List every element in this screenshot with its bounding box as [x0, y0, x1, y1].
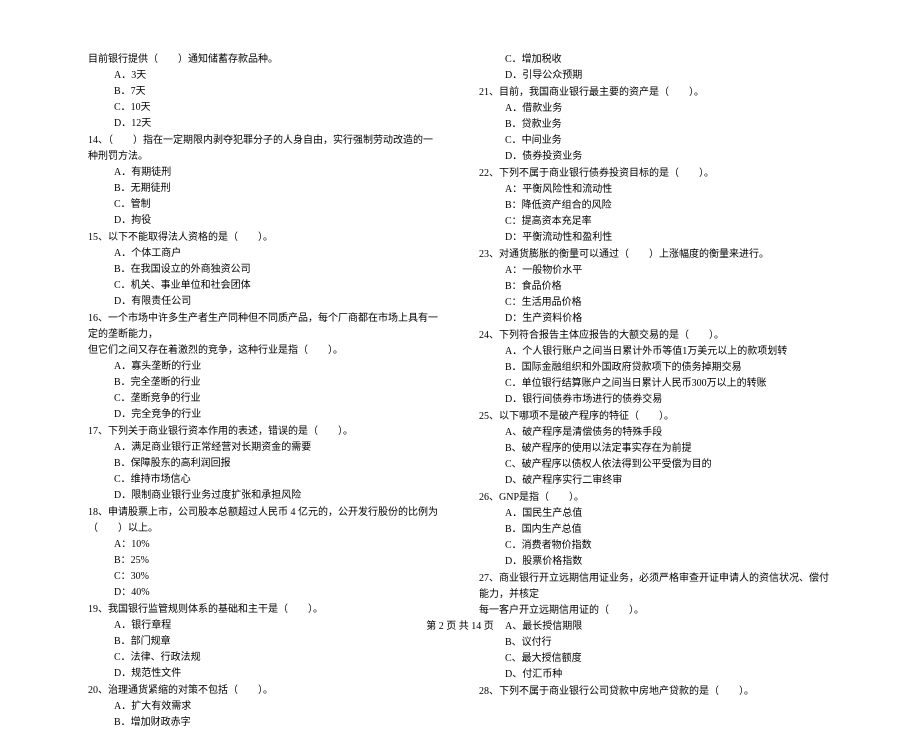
option: C：30%	[114, 569, 441, 585]
option: C．维持市场信心	[114, 472, 441, 488]
option: D．有限责任公司	[114, 294, 441, 310]
option: A、破产程序是清偿债务的特殊手段	[505, 425, 832, 441]
question-text: 18、申请股票上市，公司股本总额超过人民币 4 亿元的，公开发行股份的比例为（ …	[88, 505, 441, 537]
option: A．扩大有效需求	[114, 699, 441, 715]
question-text: 26、GNP是指（ ）。	[479, 490, 832, 506]
question-28: 28、下列不属于商业银行公司贷款中房地产贷款的是（ ）。	[479, 684, 832, 700]
question-22: 22、下列不属于商业银行债券投资目标的是（ ）。 A：平衡风险性和流动性 B：降…	[479, 166, 832, 246]
option: C、破产程序以债权人依法得到公平受偿为目的	[505, 457, 832, 473]
option: B：食品价格	[505, 279, 832, 295]
option: C．垄断竞争的行业	[114, 391, 441, 407]
option: B．无期徒刑	[114, 181, 441, 197]
question-26: 26、GNP是指（ ）。 A．国民生产总值 B．国内生产总值 C．消费者物价指数…	[479, 490, 832, 570]
option: C．10天	[114, 100, 441, 116]
option: B．增加财政赤字	[114, 715, 441, 731]
option: B、破产程序的使用以法定事实存在为前提	[505, 441, 832, 457]
pre-options: C．增加税收 D．引导公众预期	[479, 52, 832, 84]
option: B．贷款业务	[505, 117, 832, 133]
option: C．消费者物价指数	[505, 538, 832, 554]
question-20: 20、治理通货紧缩的对策不包括（ ）。 A．扩大有效需求 B．增加财政赤字	[88, 683, 441, 731]
option: C．法律、行政法规	[114, 650, 441, 666]
option: C．增加税收	[505, 52, 832, 68]
option: D：40%	[114, 585, 441, 601]
option: B．保障股东的高利润回报	[114, 456, 441, 472]
option: C、最大授信额度	[505, 651, 832, 667]
option: C．中间业务	[505, 133, 832, 149]
question-text: 28、下列不属于商业银行公司贷款中房地产贷款的是（ ）。	[479, 684, 832, 700]
question-14: 14、（ ）指在一定期限内剥夺犯罪分子的人身自由，实行强制劳动改造的一种刑罚方法…	[88, 133, 441, 229]
option: A．满足商业银行正常经营对长期资金的需要	[114, 440, 441, 456]
option: C．管制	[114, 197, 441, 213]
question-18: 18、申请股票上市，公司股本总额超过人民币 4 亿元的，公开发行股份的比例为（ …	[88, 505, 441, 601]
option: B．完全垄断的行业	[114, 375, 441, 391]
option: A．借款业务	[505, 101, 832, 117]
option: B．国际金融组织和外国政府贷款项下的债务掉期交易	[505, 360, 832, 376]
question-17: 17、下列关于商业银行资本作用的表述，错误的是（ ）。 A．满足商业银行正常经营…	[88, 424, 441, 504]
option: C．机关、事业单位和社会团体	[114, 278, 441, 294]
question-text: 15、以下不能取得法人资格的是（ ）。	[88, 230, 441, 246]
question-text: 20、治理通货紧缩的对策不包括（ ）。	[88, 683, 441, 699]
option: D、付汇币种	[505, 667, 832, 683]
option: D．拘役	[114, 213, 441, 229]
option: C：生活用品价格	[505, 295, 832, 311]
option: B．7天	[114, 84, 441, 100]
option: D、破产程序实行二审终审	[505, 473, 832, 489]
option: D．规范性文件	[114, 666, 441, 682]
question-text: 17、下列关于商业银行资本作用的表述，错误的是（ ）。	[88, 424, 441, 440]
option: D：生产资料价格	[505, 311, 832, 327]
option: D．12天	[114, 116, 441, 132]
option: B．在我国设立的外商独资公司	[114, 262, 441, 278]
question-text: 目前银行提供（ ）通知储蓄存款品种。	[88, 52, 441, 68]
question-19: 19、我国银行监管规则体系的基础和主干是（ ）。 A．银行章程 B．部门规章 C…	[88, 602, 441, 682]
option: A．有期徒刑	[114, 165, 441, 181]
question-15: 15、以下不能取得法人资格的是（ ）。 A．个体工商户 B．在我国设立的外商独资…	[88, 230, 441, 310]
option: B．国内生产总值	[505, 522, 832, 538]
question-text: 25、以下哪项不是破产程序的特征（ ）。	[479, 409, 832, 425]
option: D．完全竞争的行业	[114, 407, 441, 423]
option: D：平衡流动性和盈利性	[505, 230, 832, 246]
question-23: 23、对通货膨胀的衡量可以通过（ ）上涨幅度的衡量来进行。 A：一般物价水平 B…	[479, 247, 832, 327]
option: A．个体工商户	[114, 246, 441, 262]
option: D．债券投资业务	[505, 149, 832, 165]
question-25: 25、以下哪项不是破产程序的特征（ ）。 A、破产程序是清偿债务的特殊手段 B、…	[479, 409, 832, 489]
option: D．限制商业银行业务过度扩张和承担风险	[114, 488, 441, 504]
question-21: 21、目前，我国商业银行最主要的资产是（ ）。 A．借款业务 B．贷款业务 C．…	[479, 85, 832, 165]
option: A．个人银行账户之间当日累计外币等值1万美元以上的款项划转	[505, 344, 832, 360]
pre-question: 目前银行提供（ ）通知储蓄存款品种。 A．3天 B．7天 C．10天 D．12天	[88, 52, 441, 132]
option: A．3天	[114, 68, 441, 84]
option: C：提高资本充足率	[505, 214, 832, 230]
option: A：10%	[114, 537, 441, 553]
option: A．国民生产总值	[505, 506, 832, 522]
question-text: 24、下列符合报告主体应报告的大额交易的是（ ）。	[479, 328, 832, 344]
question-text: 23、对通货膨胀的衡量可以通过（ ）上涨幅度的衡量来进行。	[479, 247, 832, 263]
question-continuation: 但它们之间又存在着激烈的竞争，这种行业是指（ ）。	[88, 343, 441, 359]
option: C．单位银行结算账户之间当日累计人民币300万以上的转账	[505, 376, 832, 392]
question-text: 16、一个市场中许多生产者生产同种但不同质产品，每个厂商都在市场上具有一定的垄断…	[88, 311, 441, 343]
option: B：25%	[114, 553, 441, 569]
question-16: 16、一个市场中许多生产者生产同种但不同质产品，每个厂商都在市场上具有一定的垄断…	[88, 311, 441, 423]
question-text: 21、目前，我国商业银行最主要的资产是（ ）。	[479, 85, 832, 101]
option: B．部门规章	[114, 634, 441, 650]
question-text: 19、我国银行监管规则体系的基础和主干是（ ）。	[88, 602, 441, 618]
option: A：一般物价水平	[505, 263, 832, 279]
option: B、议付行	[505, 635, 832, 651]
question-text: 14、（ ）指在一定期限内剥夺犯罪分子的人身自由，实行强制劳动改造的一种刑罚方法…	[88, 133, 441, 165]
question-text: 27、商业银行开立远期信用证业务，必须严格审查开证申请人的资信状况、偿付能力，并…	[479, 571, 832, 603]
option: A．寡头垄断的行业	[114, 359, 441, 375]
option: D．股票价格指数	[505, 554, 832, 570]
option: D．银行间债券市场进行的债券交易	[505, 392, 832, 408]
question-text: 22、下列不属于商业银行债券投资目标的是（ ）。	[479, 166, 832, 182]
option: A：平衡风险性和流动性	[505, 182, 832, 198]
option: B：降低资产组合的风险	[505, 198, 832, 214]
page-footer: 第 2 页 共 14 页	[0, 619, 920, 635]
question-continuation: 每一客户开立远期信用证的（ ）。	[479, 603, 832, 619]
question-24: 24、下列符合报告主体应报告的大额交易的是（ ）。 A．个人银行账户之间当日累计…	[479, 328, 832, 408]
option: D．引导公众预期	[505, 68, 832, 84]
